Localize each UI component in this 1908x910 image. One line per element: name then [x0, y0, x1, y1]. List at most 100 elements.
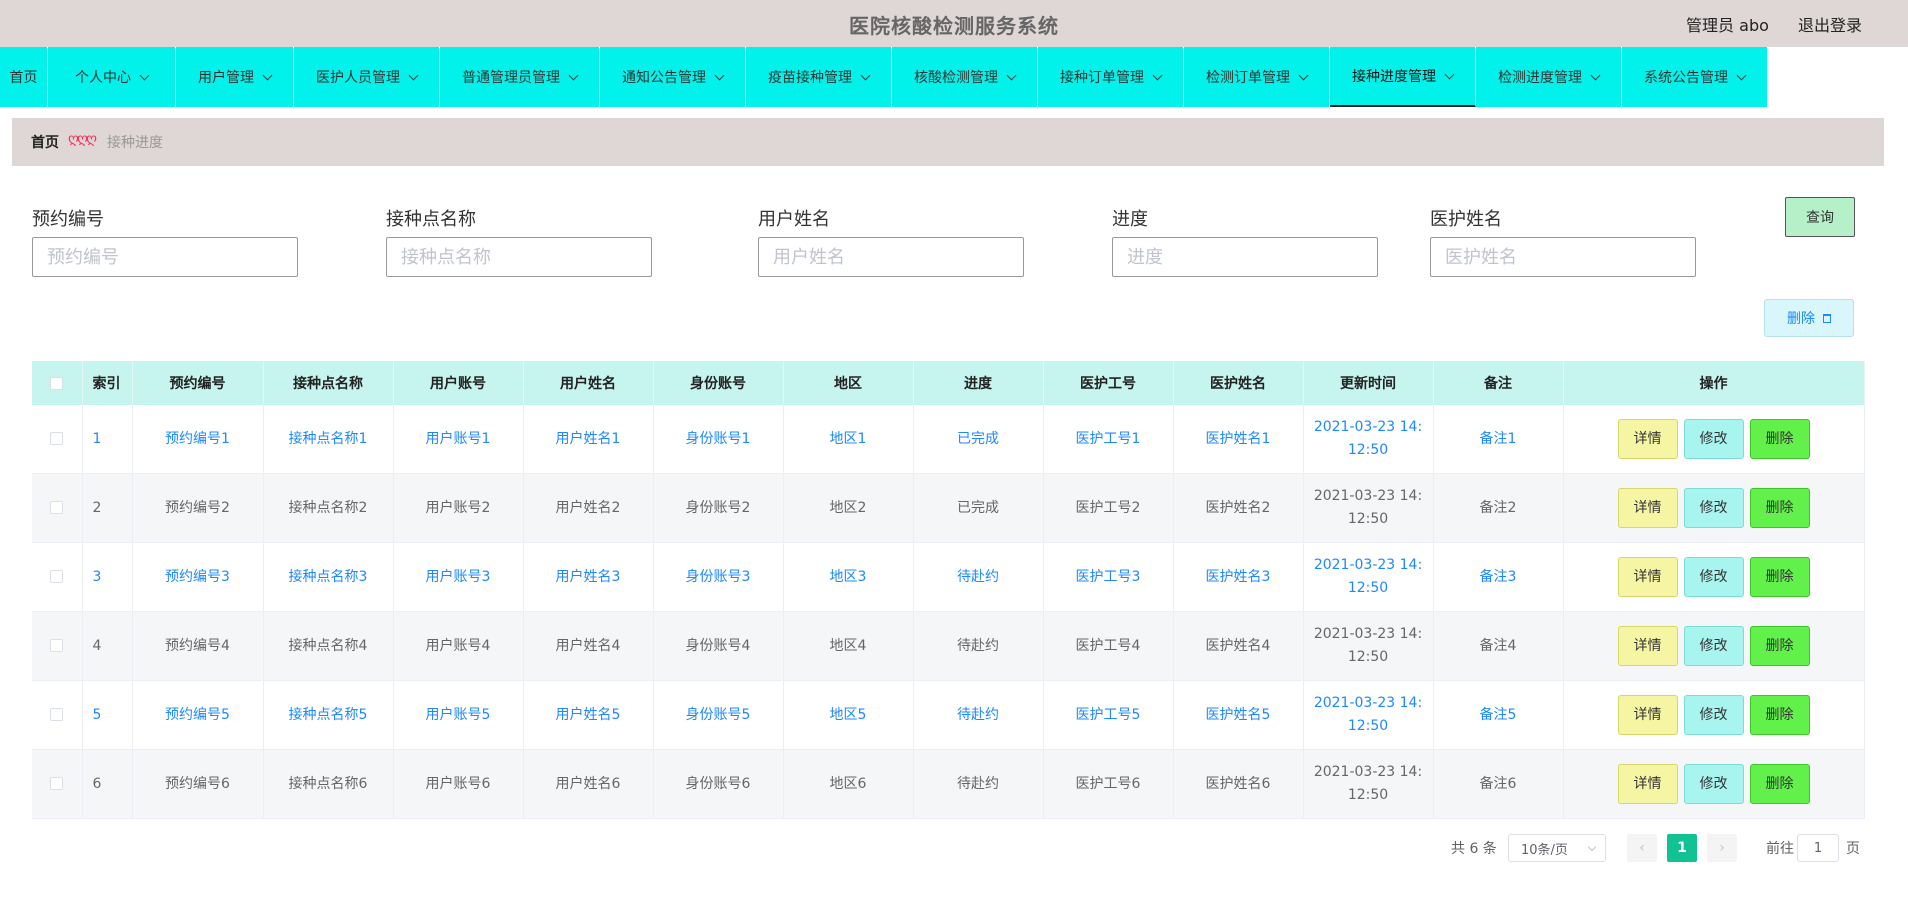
- detail-button[interactable]: 详情: [1617, 488, 1678, 528]
- cell-booking-no: 预约编号1: [132, 405, 264, 474]
- cell-staff-no: 医护工号4: [1043, 611, 1174, 681]
- cell-name: 用户姓名3: [523, 542, 654, 612]
- row-checkbox[interactable]: [50, 708, 64, 721]
- booking-no-input[interactable]: [32, 237, 298, 277]
- updated-time: 12:50: [1347, 442, 1389, 458]
- page-size-value: 10条/页: [1521, 842, 1568, 858]
- cell-region: 地区3: [783, 542, 914, 612]
- staff-name-input[interactable]: [1430, 237, 1696, 277]
- delete-button[interactable]: 删除: [1749, 419, 1810, 459]
- select-all-checkbox[interactable]: [50, 376, 64, 390]
- site-name-input[interactable]: [386, 237, 652, 277]
- nav-item-test-orders[interactable]: 检测订单管理: [1184, 47, 1330, 107]
- site-name-label: 接种点名称: [386, 209, 476, 230]
- nav-item-label: 接种进度管理: [1352, 69, 1436, 85]
- cell-id-no: 身份账号1: [653, 405, 784, 474]
- cell-actions: 详情 修改 删除: [1563, 405, 1865, 474]
- delete-button[interactable]: 删除: [1749, 764, 1810, 804]
- column-header: 备注: [1433, 361, 1564, 405]
- edit-button[interactable]: 修改: [1683, 764, 1744, 804]
- edit-button[interactable]: 修改: [1683, 626, 1744, 666]
- cell-staff-no: 医护工号2: [1043, 473, 1174, 543]
- updated-date: 2021-03-23 14:: [1313, 488, 1423, 504]
- cell-id-no: 身份账号4: [653, 611, 784, 681]
- nav-item-system-notices[interactable]: 系统公告管理: [1622, 47, 1768, 107]
- row-checkbox[interactable]: [50, 570, 64, 583]
- nav-item-label: 接种订单管理: [1060, 70, 1144, 86]
- column-header: 用户姓名: [523, 361, 654, 405]
- delete-button[interactable]: 删除: [1749, 557, 1810, 597]
- delete-button[interactable]: 删除: [1749, 488, 1810, 528]
- detail-button[interactable]: 详情: [1617, 626, 1678, 666]
- cell-note: 备注5: [1433, 680, 1564, 750]
- column-header: 预约编号: [132, 361, 264, 405]
- cell-actions: 详情 修改 删除: [1563, 473, 1865, 543]
- row-checkbox[interactable]: [50, 777, 64, 790]
- detail-button[interactable]: 详情: [1617, 419, 1678, 459]
- nav-item-nucleic-test[interactable]: 核酸检测管理: [892, 47, 1038, 107]
- chevron-down-icon: [262, 70, 273, 80]
- row-checkbox[interactable]: [50, 501, 64, 514]
- nav-item-test-progress[interactable]: 检测进度管理: [1476, 47, 1622, 107]
- goto-page-input[interactable]: [1797, 834, 1839, 862]
- row-checkbox[interactable]: [50, 639, 64, 652]
- cell-staff-no: 医护工号3: [1043, 542, 1174, 612]
- cell-region: 地区5: [783, 680, 914, 750]
- cell-staff-no: 医护工号1: [1043, 405, 1174, 474]
- progress-table: 索引 预约编号 接种点名称 用户账号 用户姓名 身份账号 地区 进度 医护工号 …: [32, 361, 1865, 819]
- nav-item-label: 用户管理: [198, 70, 254, 86]
- prev-page-button[interactable]: ‹: [1627, 834, 1657, 862]
- cell-name: 用户姓名5: [523, 680, 654, 750]
- nav-item-vaccination-orders[interactable]: 接种订单管理: [1038, 47, 1184, 107]
- nav-item-notices[interactable]: 通知公告管理: [600, 47, 746, 107]
- cell-note: 备注1: [1433, 405, 1564, 474]
- detail-button[interactable]: 详情: [1617, 695, 1678, 735]
- cell-progress: 待赴约: [913, 611, 1044, 681]
- query-button[interactable]: 查询: [1785, 197, 1855, 237]
- chevron-down-icon: [1590, 70, 1601, 80]
- nav-item-home[interactable]: 首页: [0, 47, 48, 107]
- nav-item-profile[interactable]: 个人中心: [48, 47, 176, 107]
- edit-button[interactable]: 修改: [1683, 695, 1744, 735]
- detail-button[interactable]: 详情: [1617, 557, 1678, 597]
- column-header: 身份账号: [653, 361, 784, 405]
- page-size-select[interactable]: 10条/页: [1508, 834, 1606, 862]
- nav-item-label: 个人中心: [75, 70, 131, 86]
- cell-site: 接种点名称3: [263, 542, 394, 612]
- logout-link[interactable]: 退出登录: [1798, 16, 1862, 35]
- detail-button[interactable]: 详情: [1617, 764, 1678, 804]
- edit-button[interactable]: 修改: [1683, 419, 1744, 459]
- progress-input[interactable]: [1112, 237, 1378, 277]
- nav-item-vaccination-progress[interactable]: 接种进度管理: [1330, 47, 1476, 107]
- nav-item-vaccination[interactable]: 疫苗接种管理: [746, 47, 892, 107]
- delete-button[interactable]: 删除: [1749, 626, 1810, 666]
- cell-index: 1: [82, 405, 133, 474]
- nav-item-admins[interactable]: 普通管理员管理: [440, 47, 600, 107]
- edit-button[interactable]: 修改: [1683, 557, 1744, 597]
- row-checkbox[interactable]: [50, 432, 64, 445]
- nav-item-user-management[interactable]: 用户管理: [176, 47, 294, 107]
- cell-id-no: 身份账号3: [653, 542, 784, 612]
- table-row: 3 预约编号3 接种点名称3 用户账号3 用户姓名3 身份账号3 地区3 待赴约…: [32, 542, 1865, 612]
- cell-id-no: 身份账号2: [653, 473, 784, 543]
- page-number-current[interactable]: 1: [1667, 834, 1697, 862]
- cell-account: 用户账号5: [393, 680, 524, 750]
- updated-time: 12:50: [1347, 649, 1389, 665]
- column-header: 更新时间: [1303, 361, 1434, 405]
- cell-note: 备注2: [1433, 473, 1564, 543]
- cell-index: 2: [82, 473, 133, 543]
- chevron-down-icon: [568, 70, 579, 80]
- next-page-button[interactable]: ›: [1707, 834, 1737, 862]
- nav-item-medical-staff[interactable]: 医护人员管理: [294, 47, 440, 107]
- edit-button[interactable]: 修改: [1683, 488, 1744, 528]
- batch-delete-label: 删除: [1787, 311, 1815, 327]
- chevron-down-icon: [139, 70, 150, 80]
- cell-name: 用户姓名1: [523, 405, 654, 474]
- breadcrumb-home[interactable]: 首页: [31, 132, 59, 152]
- batch-delete-button[interactable]: 删除: [1764, 299, 1854, 337]
- delete-button[interactable]: 删除: [1749, 695, 1810, 735]
- cell-updated: 2021-03-23 14: 12:50: [1303, 542, 1434, 612]
- cell-index: 5: [82, 680, 133, 750]
- user-name-input[interactable]: [758, 237, 1024, 277]
- cell-index: 6: [82, 749, 133, 819]
